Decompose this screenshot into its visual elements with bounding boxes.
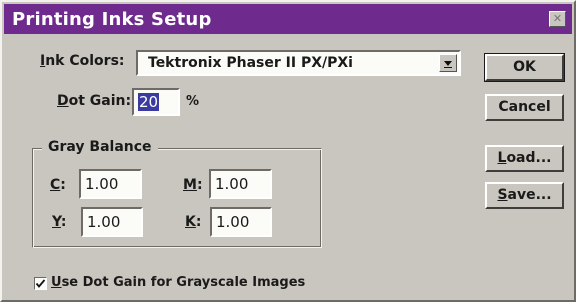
black-input[interactable]: 1.00 (210, 207, 272, 237)
chevron-down-icon[interactable] (439, 54, 457, 72)
ok-button[interactable]: OK (484, 53, 565, 82)
dot-gain-label: Dot Gain: (57, 93, 132, 109)
cyan-label: C: (50, 177, 66, 193)
ink-colors-label: Ink Colors: (40, 53, 125, 69)
black-label: K: (185, 214, 202, 230)
checkmark-icon (35, 279, 46, 288)
gray-balance-title: Gray Balance (42, 139, 158, 155)
magenta-label: M: (183, 177, 203, 193)
dot-gain-input[interactable]: 20 (132, 88, 180, 116)
ink-colors-selected-value: Tektronix Phaser II PX/PXi (148, 55, 353, 71)
yellow-label: Y: (52, 214, 67, 230)
magenta-input[interactable]: 1.00 (209, 169, 272, 199)
printing-inks-setup-dialog: Printing Inks Setup ✕ Ink Colors: Tektro… (0, 0, 576, 302)
close-button[interactable]: ✕ (549, 11, 566, 27)
dot-gain-percent-sign: % (186, 94, 200, 109)
use-dot-gain-checkbox[interactable] (34, 277, 47, 290)
cyan-input[interactable]: 1.00 (79, 169, 142, 199)
close-icon: ✕ (552, 12, 563, 25)
title-bar[interactable]: Printing Inks Setup ✕ (4, 4, 572, 34)
use-dot-gain-label[interactable]: Use Dot Gain for Grayscale Images (51, 275, 305, 290)
ink-colors-dropdown[interactable]: Tektronix Phaser II PX/PXi (136, 50, 461, 76)
save-button[interactable]: Save... (485, 182, 564, 209)
gray-balance-group (32, 148, 322, 248)
yellow-input[interactable]: 1.00 (81, 207, 143, 237)
cancel-button[interactable]: Cancel (485, 94, 564, 121)
dot-gain-value: 20 (138, 93, 160, 111)
load-button[interactable]: Load... (485, 145, 564, 172)
dialog-title: Printing Inks Setup (12, 9, 212, 30)
